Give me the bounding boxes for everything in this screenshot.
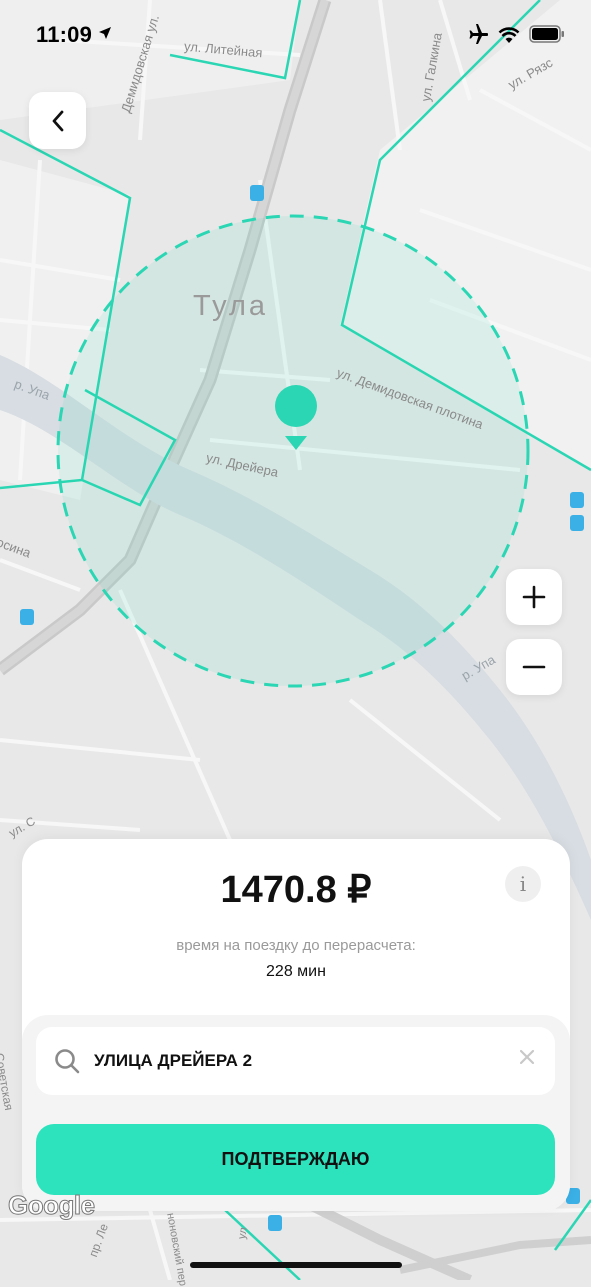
zoom-out-button[interactable]: [506, 639, 562, 695]
info-button[interactable]: i: [505, 866, 541, 902]
search-icon: [55, 1049, 80, 1074]
city-label: Тула: [193, 290, 268, 322]
trip-panel: 1470.8 ₽ i время на поездку до перерасче…: [22, 839, 570, 1211]
price-value: 1470.8 ₽: [220, 869, 372, 911]
airplane-icon: [469, 24, 488, 44]
address-field[interactable]: УЛИЦА ДРЕЙЕРА 2: [36, 1027, 555, 1095]
confirm-button[interactable]: ПОДТВЕРЖДАЮ: [36, 1124, 555, 1195]
address-value: УЛИЦА ДРЕЙЕРА 2: [94, 1051, 253, 1070]
battery-icon: [529, 25, 564, 43]
location-arrow-icon: [99, 27, 111, 39]
google-logo: Google: [8, 1190, 96, 1221]
info-icon: i: [519, 872, 527, 896]
street-label: ул: [236, 1226, 250, 1241]
status-bar: 11:09: [0, 0, 591, 70]
recalc-value: 228 мин: [266, 963, 326, 980]
home-indicator: [190, 1262, 402, 1268]
location-pin: [275, 385, 317, 427]
plus-icon: [522, 585, 546, 609]
wifi-icon: [498, 26, 520, 43]
minus-icon: [522, 665, 546, 669]
address-section: УЛИЦА ДРЕЙЕРА 2 ПОДТВЕРЖДАЮ: [22, 1015, 570, 1211]
recalc-label: время на поездку до перерасчета:: [176, 937, 416, 954]
close-icon[interactable]: [519, 1049, 535, 1065]
back-button[interactable]: [29, 92, 86, 149]
chevron-left-icon: [52, 110, 63, 131]
status-time: 11:09: [36, 22, 93, 47]
zoom-in-button[interactable]: [506, 569, 562, 625]
